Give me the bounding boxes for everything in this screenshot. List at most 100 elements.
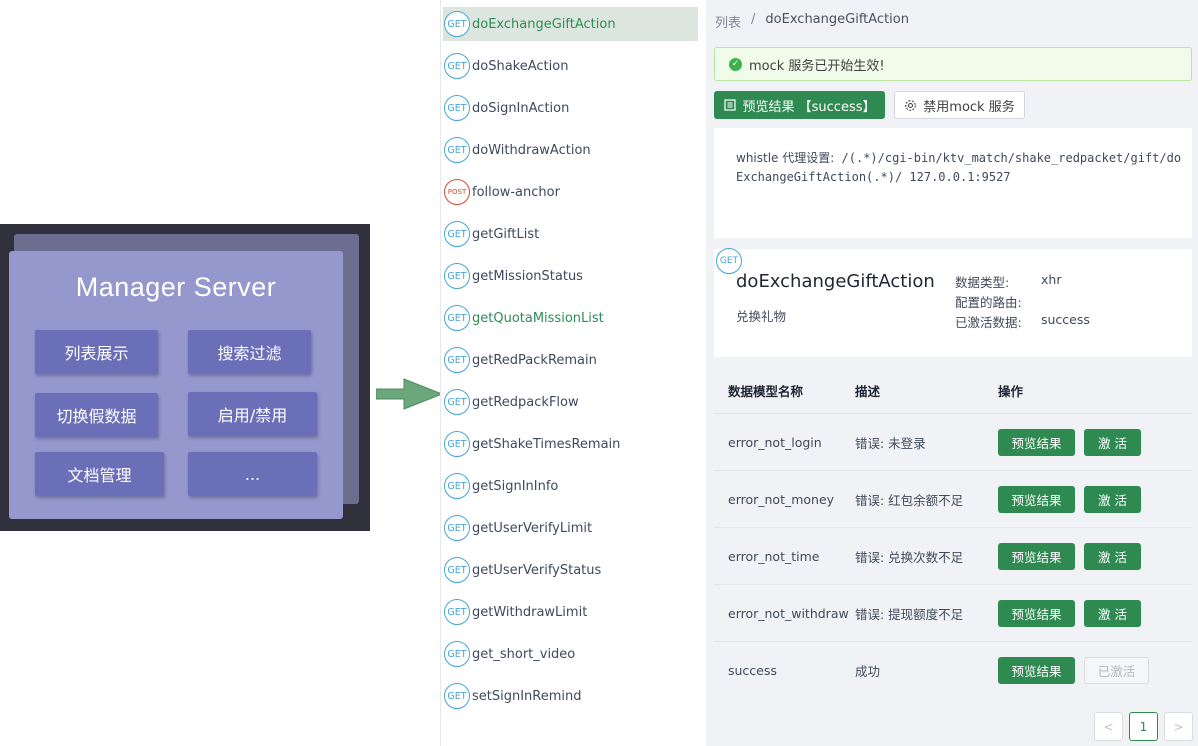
get-method-badge: GET bbox=[444, 599, 470, 625]
alert-text: mock 服务已开始生效! bbox=[749, 58, 885, 74]
model-name-cell: error_not_login bbox=[728, 434, 822, 450]
api-list-item[interactable]: GET getUserVerifyLimit bbox=[443, 511, 698, 545]
row-preview-button[interactable]: 预览结果 bbox=[998, 485, 1075, 513]
table-row: error_not_withdraw 错误: 提现额度不足 预览结果激 活 bbox=[714, 584, 1192, 641]
pagination-prev[interactable]: < bbox=[1094, 712, 1123, 741]
row-activate-button[interactable]: 激 活 bbox=[1084, 542, 1141, 570]
row-activated-button: 已激活 bbox=[1084, 656, 1149, 684]
api-list-item-name: getShakeTimesRemain bbox=[472, 436, 621, 452]
get-method-badge: GET bbox=[444, 431, 470, 457]
get-method-badge: GET bbox=[444, 641, 470, 667]
preview-result-label: 预览结果 【success】 bbox=[742, 99, 876, 115]
get-method-badge: GET bbox=[444, 263, 470, 289]
table-row: error_not_money 错误: 红包余额不足 预览结果激 活 bbox=[714, 470, 1192, 527]
api-list-item-name: doSignInAction bbox=[472, 100, 570, 116]
api-list-item-name: get_short_video bbox=[472, 646, 576, 662]
api-list-item-name: doShakeAction bbox=[472, 58, 569, 74]
proxy-label: whistle 代理设置: bbox=[736, 151, 835, 165]
manager-server-diagram: Manager Server 列表展示 搜索过滤 切换假数据 启用/禁用 文档管… bbox=[0, 224, 370, 531]
row-preview-button[interactable]: 预览结果 bbox=[998, 542, 1075, 570]
get-method-badge: GET bbox=[444, 221, 470, 247]
get-method-badge: GET bbox=[444, 557, 470, 583]
get-method-badge: GET bbox=[444, 53, 470, 79]
get-method-badge: GET bbox=[444, 683, 470, 709]
api-list-item[interactable]: GET getRedPackRemain bbox=[443, 343, 698, 377]
api-list-item[interactable]: GET getUserVerifyStatus bbox=[443, 553, 698, 587]
feature-enable-disable: 启用/禁用 bbox=[188, 392, 317, 436]
model-desc-cell: 错误: 兑换次数不足 bbox=[855, 549, 964, 565]
breadcrumb: 列表 / doExchangeGiftAction bbox=[715, 12, 909, 31]
model-name-cell: error_not_money bbox=[728, 491, 835, 507]
api-list-item[interactable]: GET getShakeTimesRemain bbox=[443, 427, 698, 461]
api-list-item[interactable]: GET doShakeAction bbox=[443, 49, 698, 83]
api-list-item-name: getSignInInfo bbox=[472, 478, 559, 494]
pagination-page-1[interactable]: 1 bbox=[1129, 712, 1158, 741]
model-name-cell: error_not_withdraw bbox=[728, 605, 849, 621]
row-activate-button[interactable]: 激 活 bbox=[1084, 599, 1141, 627]
table-row: error_not_login 错误: 未登录 预览结果激 活 bbox=[714, 413, 1192, 470]
detail-panel: 列表 / doExchangeGiftAction ✓ mock 服务已开始生效… bbox=[706, 0, 1198, 746]
api-list-item[interactable]: POST follow-anchor bbox=[443, 175, 698, 209]
success-alert: ✓ mock 服务已开始生效! bbox=[714, 47, 1192, 81]
diagram-card: Manager Server 列表展示 搜索过滤 切换假数据 启用/禁用 文档管… bbox=[9, 251, 343, 519]
api-info-box: GET doExchangeGiftAction 兑换礼物 数据类型: xhr … bbox=[714, 248, 1192, 357]
api-list-item[interactable]: GET setSignInRemind bbox=[443, 679, 698, 713]
api-list-item[interactable]: GET getWithdrawLimit bbox=[443, 595, 698, 629]
table-row: error_not_time 错误: 兑换次数不足 预览结果激 活 bbox=[714, 527, 1192, 584]
gear-icon bbox=[905, 99, 917, 111]
proxy-settings-box: whistle 代理设置: /(.*)/cgi-bin/ktv_match/sh… bbox=[714, 128, 1192, 238]
meta-route-label: 配置的路由: bbox=[955, 295, 1022, 310]
api-list-item[interactable]: GET doSignInAction bbox=[443, 91, 698, 125]
pagination-next[interactable]: > bbox=[1164, 712, 1193, 741]
preview-result-button[interactable]: 预览结果 【success】 bbox=[714, 91, 885, 119]
api-list-item-name: getWithdrawLimit bbox=[472, 604, 588, 620]
right-arrow-icon bbox=[376, 378, 444, 410]
api-list-item[interactable]: GET get_short_video bbox=[443, 637, 698, 671]
get-method-badge: GET bbox=[444, 137, 470, 163]
column-header-name: 数据模型名称 bbox=[728, 384, 804, 399]
model-actions-cell: 预览结果激 活 bbox=[998, 485, 1192, 513]
feature-search-filter: 搜索过滤 bbox=[188, 330, 311, 374]
check-circle-icon: ✓ bbox=[729, 57, 742, 71]
row-activate-button[interactable]: 激 活 bbox=[1084, 428, 1141, 456]
api-list-item[interactable]: GET getGiftList bbox=[443, 217, 698, 251]
breadcrumb-root[interactable]: 列表 bbox=[715, 12, 741, 31]
model-desc-cell: 错误: 未登录 bbox=[855, 435, 926, 451]
api-list-item-name: getRedPackRemain bbox=[472, 352, 597, 368]
document-icon bbox=[723, 99, 736, 111]
api-list-item[interactable]: GET getSignInInfo bbox=[443, 469, 698, 503]
model-actions-cell: 预览结果 已激活 bbox=[998, 656, 1192, 684]
model-desc-cell: 错误: 提现额度不足 bbox=[855, 606, 964, 622]
api-list-item[interactable]: GET doWithdrawAction bbox=[443, 133, 698, 167]
meta-data-type-value: xhr bbox=[1041, 272, 1062, 287]
row-activate-button[interactable]: 激 活 bbox=[1084, 485, 1141, 513]
api-list-item-name: getRedpackFlow bbox=[472, 394, 579, 410]
model-actions-cell: 预览结果激 活 bbox=[998, 542, 1192, 570]
api-list-item[interactable]: GET getMissionStatus bbox=[443, 259, 698, 293]
api-list: GET doExchangeGiftAction GET doShakeAction G… bbox=[440, 0, 706, 746]
table-row: success 成功 预览结果 已激活 bbox=[714, 641, 1192, 698]
get-method-badge: GET bbox=[444, 11, 470, 37]
feature-more: ... bbox=[188, 452, 317, 496]
model-actions-cell: 预览结果激 活 bbox=[998, 428, 1192, 456]
row-preview-button[interactable]: 预览结果 bbox=[998, 656, 1075, 684]
api-list-item-name: getQuotaMissionList bbox=[472, 310, 604, 326]
api-list-item-name: doWithdrawAction bbox=[472, 142, 591, 158]
row-preview-button[interactable]: 预览结果 bbox=[998, 599, 1075, 627]
get-method-badge: GET bbox=[444, 95, 470, 121]
api-list-item[interactable]: GET doExchangeGiftAction bbox=[443, 7, 698, 41]
api-list-item[interactable]: GET getRedpackFlow bbox=[443, 385, 698, 419]
disable-mock-label: 禁用mock 服务 bbox=[923, 99, 1015, 115]
get-method-badge: GET bbox=[444, 515, 470, 541]
row-preview-button[interactable]: 预览结果 bbox=[998, 428, 1075, 456]
api-list-item[interactable]: GET getQuotaMissionList bbox=[443, 301, 698, 335]
api-list-item-name: doExchangeGiftAction bbox=[472, 16, 616, 32]
model-name-cell: error_not_time bbox=[728, 548, 820, 564]
feature-doc-management: 文档管理 bbox=[35, 452, 164, 496]
disable-mock-button[interactable]: 禁用mock 服务 bbox=[894, 91, 1025, 119]
get-method-badge: GET bbox=[444, 389, 470, 415]
model-desc-cell: 成功 bbox=[855, 663, 881, 679]
feature-list-display: 列表展示 bbox=[35, 330, 158, 374]
get-method-badge: GET bbox=[444, 473, 470, 499]
api-list-item-name: getUserVerifyLimit bbox=[472, 520, 593, 536]
